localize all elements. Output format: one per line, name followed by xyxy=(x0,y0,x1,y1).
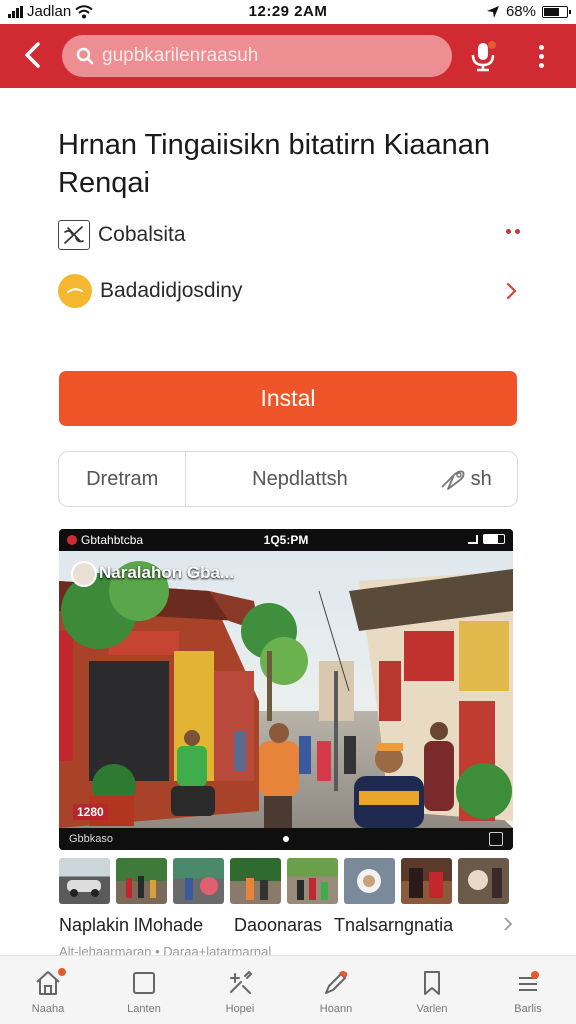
rating-row[interactable]: Badadidjosdiny xyxy=(58,273,520,309)
status-right: 68% xyxy=(486,3,571,20)
share-icon xyxy=(441,470,465,490)
thumbnail-5[interactable] xyxy=(287,858,338,904)
thumbnail-7[interactable] xyxy=(401,858,452,904)
nav-apps[interactable]: Lanten xyxy=(96,956,192,1024)
developer-name: Cobalsita xyxy=(98,223,186,246)
pen-icon xyxy=(325,971,348,994)
thumbnail-3[interactable] xyxy=(173,858,224,904)
battery-percent: 68% xyxy=(505,3,536,20)
nav-home-label: Naaha xyxy=(31,1003,65,1015)
preview-bottom-bar: Gbbkaso xyxy=(59,828,513,850)
developer-icon xyxy=(58,220,90,250)
preview-counter-badge: 1280 xyxy=(73,804,108,820)
nav-menu-label: Barlis xyxy=(514,1003,542,1015)
search-input[interactable] xyxy=(102,45,432,67)
nav-create-label: Hoann xyxy=(319,1003,353,1015)
tab-share[interactable]: sh xyxy=(413,452,517,506)
thumbnail-1[interactable] xyxy=(59,858,110,904)
menu-icon xyxy=(519,971,539,991)
preview-time: 1Q5:PM xyxy=(263,533,309,547)
back-arrow-icon[interactable] xyxy=(16,38,50,72)
nav-saved-label: Varlen xyxy=(416,1003,448,1015)
preview-expand-icon[interactable] xyxy=(489,832,503,846)
segmented-tabs: Dretram Nepdlattsh sh xyxy=(58,451,518,507)
preview-signal-icon xyxy=(468,534,478,544)
caption-1[interactable]: Naplakin lMohade xyxy=(59,915,234,936)
preview-page-dot xyxy=(283,836,289,842)
preview-status-bar: Gbtahbtcba 1Q5:PM xyxy=(59,529,513,551)
nav-tools[interactable]: Hopei xyxy=(192,956,288,1024)
caption-row: Naplakin lMohade Daoonaras Tnalsarngnati… xyxy=(59,912,517,938)
tools-icon xyxy=(230,970,253,994)
preview-bottom-left: Gbbkaso xyxy=(69,833,114,845)
caption-2[interactable]: Daoonaras xyxy=(234,915,334,936)
tab-details[interactable]: Dretram xyxy=(59,452,187,506)
nav-home[interactable]: Naaha xyxy=(0,956,96,1024)
square-icon xyxy=(133,972,155,994)
thumbnail-4[interactable] xyxy=(230,858,281,904)
preview-overlay-title: Naralahon Gba... xyxy=(99,563,235,582)
rating-text: Badadidjosdiny xyxy=(100,279,243,302)
bottom-navigation: Naaha Lanten Hopei Hoann Varlen Barlis xyxy=(0,955,576,1024)
nav-saved[interactable]: Varlen xyxy=(384,956,480,1024)
screenshot-preview[interactable]: Gbtahbtcba 1Q5:PM Naralahon Gba... 1280 … xyxy=(59,529,513,850)
thumbnail-2[interactable] xyxy=(116,858,167,904)
nav-apps-label: Lanten xyxy=(127,1003,161,1015)
chevron-right-icon xyxy=(506,282,517,300)
thumbnail-8[interactable] xyxy=(458,858,509,904)
street-scene-image xyxy=(59,551,513,828)
app-header xyxy=(0,24,576,88)
chevron-right-icon[interactable] xyxy=(503,916,513,932)
preview-avatar xyxy=(71,561,97,587)
nav-tools-label: Hopei xyxy=(225,1003,255,1015)
install-button[interactable]: Instal xyxy=(59,371,517,426)
more-horizontal-icon[interactable] xyxy=(506,229,520,234)
search-icon xyxy=(76,47,94,65)
search-bar[interactable] xyxy=(62,35,452,77)
nav-menu[interactable]: Barlis xyxy=(480,956,576,1024)
nav-create[interactable]: Hoann xyxy=(288,956,384,1024)
location-icon xyxy=(486,5,499,18)
tab-share-label: sh xyxy=(470,467,492,490)
thumbnail-strip xyxy=(59,858,515,904)
status-bar: Jadlan 12:29 2AM 68% xyxy=(0,0,576,24)
developer-row[interactable]: Cobalsita xyxy=(58,217,520,253)
coin-icon xyxy=(58,274,92,308)
bookmark-icon xyxy=(424,971,440,995)
tab-updates[interactable]: Nepdlattsh xyxy=(186,452,413,506)
microphone-icon[interactable] xyxy=(468,40,498,72)
caption-3[interactable]: Tnalsarngnatia xyxy=(334,915,504,936)
app-title: Hrnan Tingaiisikn bitatirn Kiaanan Renqa… xyxy=(58,129,491,199)
more-vertical-icon[interactable] xyxy=(530,40,552,72)
preview-battery-icon xyxy=(483,534,505,544)
notification-badge xyxy=(58,968,66,976)
thumbnail-6[interactable] xyxy=(344,858,395,904)
battery-icon xyxy=(542,5,571,18)
